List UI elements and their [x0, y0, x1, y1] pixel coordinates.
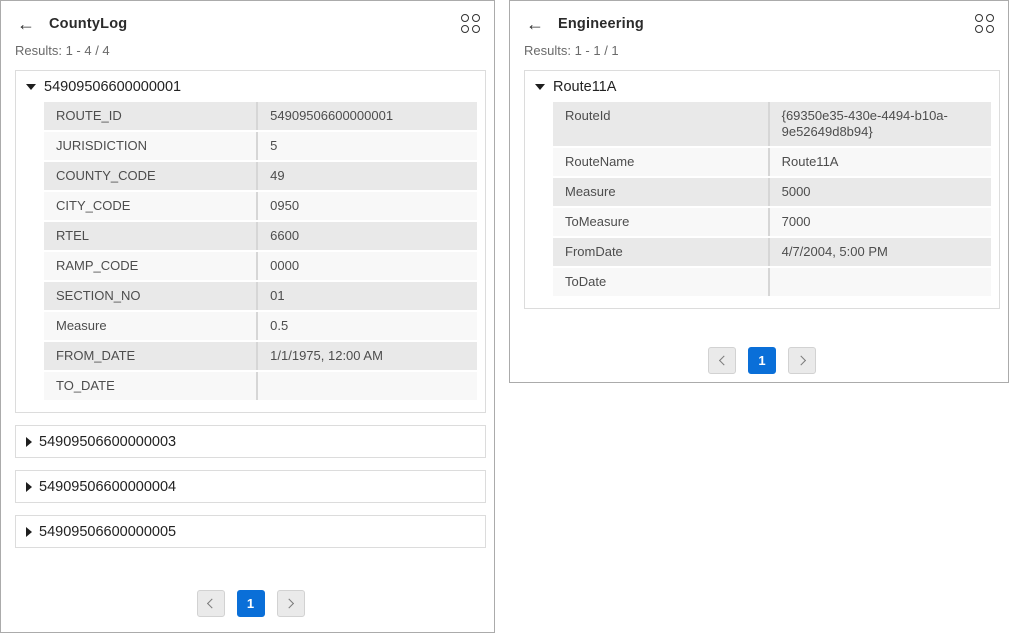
results-count: Results: 1 - 1 / 1: [524, 43, 1000, 58]
field-row: SECTION_NO01: [44, 282, 477, 312]
field-value: [768, 268, 991, 296]
field-value: 0950: [256, 192, 477, 220]
field-label: SECTION_NO: [44, 282, 256, 310]
feature-card-collapsed: 54909506600000005: [15, 515, 486, 548]
caret-right-icon: [26, 527, 32, 537]
results-count: Results: 1 - 4 / 4: [15, 43, 486, 58]
pagination: 1: [15, 590, 486, 617]
next-page-button[interactable]: [277, 590, 305, 617]
page-number-button[interactable]: 1: [237, 590, 265, 617]
field-label: ToDate: [553, 268, 768, 296]
field-value: Route11A: [768, 148, 991, 176]
caret-right-icon: [26, 482, 32, 492]
field-label: FromDate: [553, 238, 768, 266]
feature-card-collapsed: 54909506600000003: [15, 425, 486, 458]
attribute-table: ROUTE_ID54909506600000001 JURISDICTION5 …: [44, 102, 477, 400]
apps-grid-icon[interactable]: [461, 14, 480, 33]
chevron-right-icon: [796, 356, 806, 366]
field-row: ToMeasure7000: [553, 208, 991, 238]
field-label: JURISDICTION: [44, 132, 256, 160]
field-row: FromDate4/7/2004, 5:00 PM: [553, 238, 991, 268]
feature-card-expanded: 54909506600000001 ROUTE_ID54909506600000…: [15, 70, 486, 413]
field-value: 1/1/1975, 12:00 AM: [256, 342, 477, 370]
field-label: COUNTY_CODE: [44, 162, 256, 190]
feature-card-header[interactable]: 54909506600000005: [16, 516, 485, 547]
field-row: RAMP_CODE0000: [44, 252, 477, 282]
field-value: 4/7/2004, 5:00 PM: [768, 238, 991, 266]
field-value: 0000: [256, 252, 477, 280]
field-value: 6600: [256, 222, 477, 250]
caret-right-icon: [26, 437, 32, 447]
field-label: RAMP_CODE: [44, 252, 256, 280]
feature-card-header[interactable]: 54909506600000001: [16, 71, 485, 102]
field-value: 5000: [768, 178, 991, 206]
field-row: TO_DATE: [44, 372, 477, 400]
field-row: CITY_CODE0950: [44, 192, 477, 222]
feature-card-header[interactable]: 54909506600000003: [16, 426, 485, 457]
feature-title: Route11A: [553, 79, 616, 95]
feature-title: 54909506600000001: [44, 79, 181, 95]
field-label: RTEL: [44, 222, 256, 250]
field-value: 01: [256, 282, 477, 310]
caret-down-icon: [26, 84, 36, 90]
field-label: Measure: [44, 312, 256, 340]
feature-card-header[interactable]: Route11A: [525, 71, 999, 102]
countylog-panel: ← CountyLog Results: 1 - 4 / 4 549095066…: [0, 0, 495, 633]
field-row: ToDate: [553, 268, 991, 296]
pagination: 1: [524, 347, 1000, 374]
apps-grid-icon[interactable]: [975, 14, 994, 33]
caret-down-icon: [535, 84, 545, 90]
field-value: {69350e35-430e-4494-b10a-9e52649d8b94}: [768, 102, 991, 146]
field-value: 5: [256, 132, 477, 160]
field-row: JURISDICTION5: [44, 132, 477, 162]
field-label: RouteId: [553, 102, 768, 146]
panel-header: ← CountyLog: [15, 14, 486, 33]
engineering-panel: ← Engineering Results: 1 - 1 / 1 Route11…: [509, 0, 1009, 383]
field-label: Measure: [553, 178, 768, 206]
feature-title: 54909506600000005: [39, 524, 176, 540]
field-row: Measure5000: [553, 178, 991, 208]
feature-card-header[interactable]: 54909506600000004: [16, 471, 485, 502]
feature-card-collapsed: 54909506600000004: [15, 470, 486, 503]
feature-title: 54909506600000003: [39, 434, 176, 450]
field-row: RouteId{69350e35-430e-4494-b10a-9e52649d…: [553, 102, 991, 148]
field-value: 54909506600000001: [256, 102, 477, 130]
chevron-left-icon: [207, 599, 217, 609]
field-label: FROM_DATE: [44, 342, 256, 370]
field-row: COUNTY_CODE49: [44, 162, 477, 192]
field-value: 49: [256, 162, 477, 190]
panel-title: Engineering: [558, 16, 644, 32]
chevron-left-icon: [718, 356, 728, 366]
attribute-table: RouteId{69350e35-430e-4494-b10a-9e52649d…: [553, 102, 991, 296]
field-label: RouteName: [553, 148, 768, 176]
field-label: CITY_CODE: [44, 192, 256, 220]
panel-title: CountyLog: [49, 16, 127, 32]
field-value: [256, 372, 477, 400]
back-arrow-icon[interactable]: ←: [15, 15, 37, 33]
field-value: 7000: [768, 208, 991, 236]
back-arrow-icon[interactable]: ←: [524, 15, 546, 33]
next-page-button[interactable]: [788, 347, 816, 374]
field-label: ROUTE_ID: [44, 102, 256, 130]
field-row: Measure0.5: [44, 312, 477, 342]
feature-card-expanded: Route11A RouteId{69350e35-430e-4494-b10a…: [524, 70, 1000, 309]
chevron-right-icon: [284, 599, 294, 609]
panel-header: ← Engineering: [524, 14, 1000, 33]
field-value: 0.5: [256, 312, 477, 340]
field-row: FROM_DATE1/1/1975, 12:00 AM: [44, 342, 477, 372]
field-label: ToMeasure: [553, 208, 768, 236]
field-row: ROUTE_ID54909506600000001: [44, 102, 477, 132]
field-row: RTEL6600: [44, 222, 477, 252]
field-label: TO_DATE: [44, 372, 256, 400]
previous-page-button[interactable]: [197, 590, 225, 617]
previous-page-button[interactable]: [708, 347, 736, 374]
field-row: RouteNameRoute11A: [553, 148, 991, 178]
feature-title: 54909506600000004: [39, 479, 176, 495]
page-number-button[interactable]: 1: [748, 347, 776, 374]
